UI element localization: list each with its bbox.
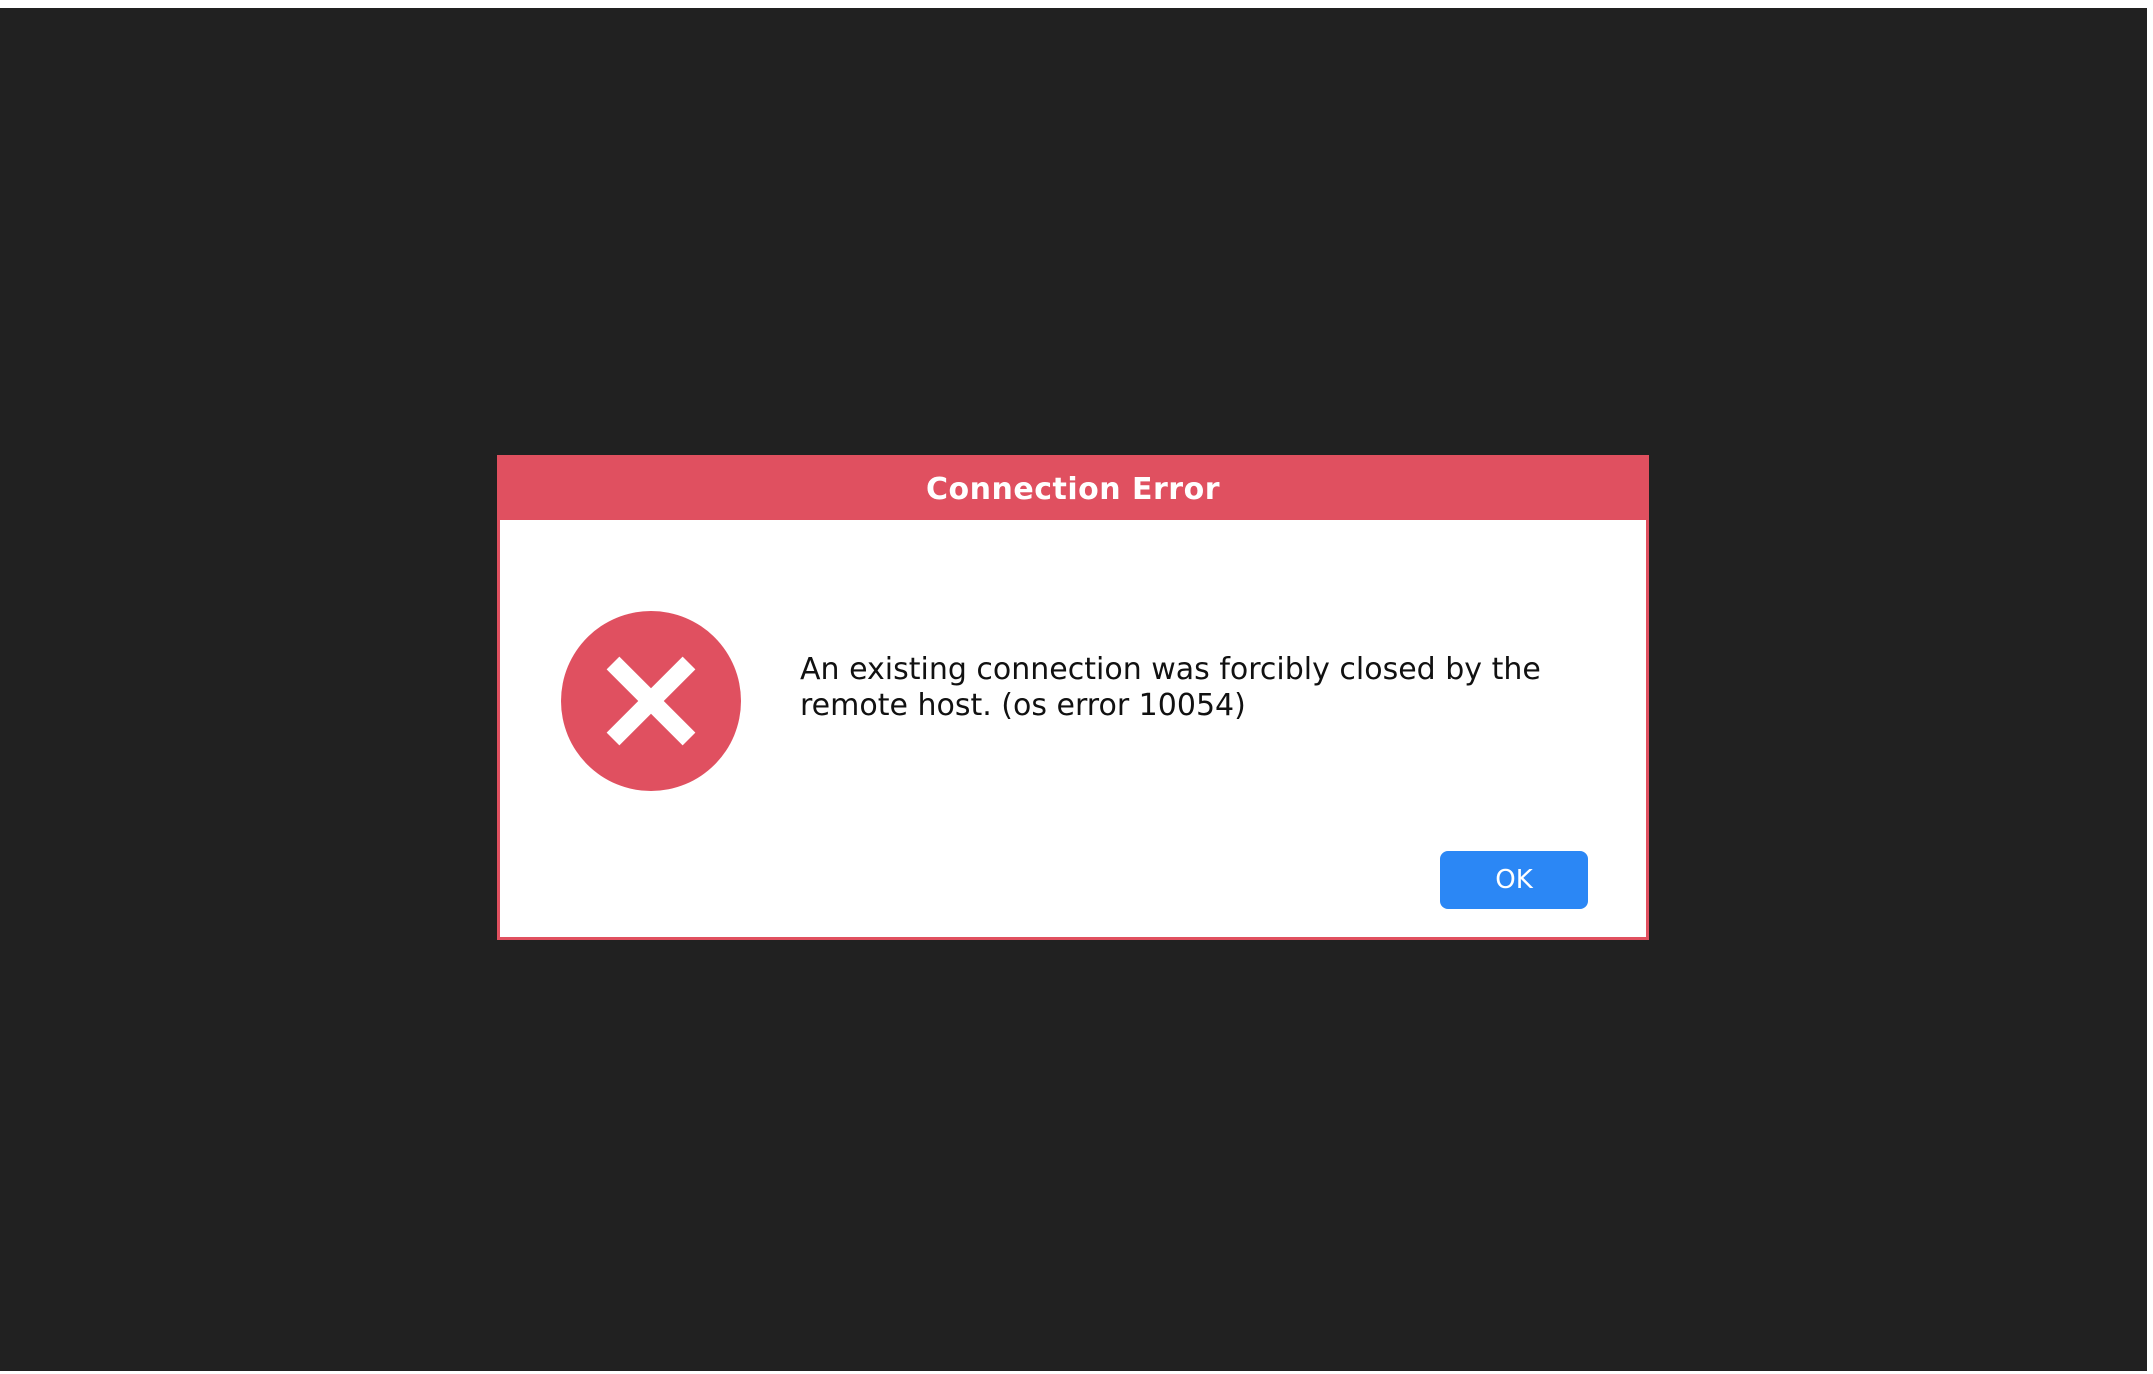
window-top-edge — [0, 0, 2153, 8]
error-message: An existing connection was forcibly clos… — [800, 652, 1541, 723]
ok-button[interactable]: OK — [1440, 851, 1588, 909]
dialog-title: Connection Error — [926, 471, 1220, 507]
error-x-icon — [561, 611, 741, 791]
dialog-header: Connection Error — [500, 458, 1646, 520]
window-right-edge — [2147, 0, 2153, 1374]
connection-error-dialog: Connection Error An existing connection … — [497, 455, 1649, 940]
